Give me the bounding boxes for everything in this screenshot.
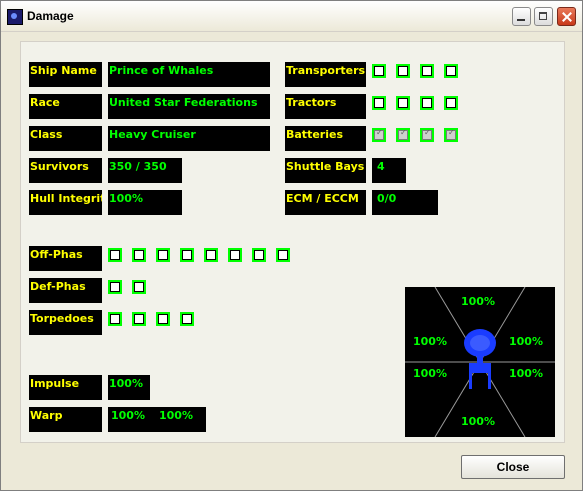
- transporter-checkbox-3[interactable]: [420, 64, 434, 78]
- shield-display: 100% 100% 100% 100% 100% 100%: [405, 287, 555, 437]
- tractor-checkbox-4[interactable]: [444, 96, 458, 110]
- hull-integrity-value: 100%: [108, 190, 182, 215]
- shield-bottom-value: 100%: [461, 415, 495, 428]
- def-phas-label: Def-Phas: [29, 278, 102, 303]
- shield-upper-left-value: 100%: [413, 335, 447, 348]
- tractor-checkbox-1[interactable]: [372, 96, 386, 110]
- off-phas-checkbox-6[interactable]: [228, 248, 242, 262]
- ecm-eccm-value: 0/0: [372, 190, 438, 215]
- impulse-value: 100%: [108, 375, 150, 400]
- off-phas-checkbox-2[interactable]: [132, 248, 146, 262]
- close-button[interactable]: Close: [461, 455, 565, 479]
- app-icon: [7, 9, 23, 25]
- shield-upper-right-value: 100%: [509, 335, 543, 348]
- off-phas-checkbox-1[interactable]: [108, 248, 122, 262]
- tractor-checkbox-3[interactable]: [420, 96, 434, 110]
- battery-checkbox-3[interactable]: [420, 128, 434, 142]
- class-label: Class: [29, 126, 102, 151]
- torpedo-checkbox-2[interactable]: [132, 312, 146, 326]
- off-phas-checkbox-5[interactable]: [204, 248, 218, 262]
- tractor-checkbox-2[interactable]: [396, 96, 410, 110]
- transporters-label: Transporters: [285, 62, 366, 87]
- warp-value-field: 100% 100%: [108, 407, 206, 432]
- transporter-checkbox-4[interactable]: [444, 64, 458, 78]
- ship-name-value: Prince of Whales: [108, 62, 270, 87]
- off-phas-checkbox-3[interactable]: [156, 248, 170, 262]
- battery-checkbox-2[interactable]: [396, 128, 410, 142]
- survivors-label: Survivors: [29, 158, 102, 183]
- torpedoes-label: Torpedoes: [29, 310, 102, 335]
- window-title: Damage: [27, 9, 74, 23]
- warp-right-value: 100%: [159, 409, 193, 422]
- damage-window: Damage Ship Name Prince of Whales Race U…: [0, 0, 583, 491]
- race-value: United Star Federations: [108, 94, 270, 119]
- def-phas-checkbox-2[interactable]: [132, 280, 146, 294]
- impulse-label: Impulse: [29, 375, 102, 400]
- tractors-label: Tractors: [285, 94, 366, 119]
- shield-top-value: 100%: [461, 295, 495, 308]
- maximize-button[interactable]: [534, 7, 553, 26]
- hull-integrity-label: Hull Integrity: [29, 190, 102, 215]
- off-phas-checkbox-8[interactable]: [276, 248, 290, 262]
- ecm-eccm-label: ECM / ECCM: [285, 190, 366, 215]
- shield-lower-right-value: 100%: [509, 367, 543, 380]
- transporter-checkbox-2[interactable]: [396, 64, 410, 78]
- torpedo-checkbox-4[interactable]: [180, 312, 194, 326]
- off-phas-checkbox-4[interactable]: [180, 248, 194, 262]
- off-phas-label: Off-Phas: [29, 246, 102, 271]
- shield-lower-left-value: 100%: [413, 367, 447, 380]
- batteries-label: Batteries: [285, 126, 366, 151]
- warp-label: Warp: [29, 407, 102, 432]
- torpedo-checkbox-1[interactable]: [108, 312, 122, 326]
- battery-checkbox-1[interactable]: [372, 128, 386, 142]
- class-value: Heavy Cruiser: [108, 126, 270, 151]
- warp-left-value: 100%: [111, 409, 145, 422]
- minimize-button[interactable]: [512, 7, 531, 26]
- title-bar[interactable]: Damage: [1, 1, 582, 32]
- close-window-button[interactable]: [557, 7, 576, 26]
- transporter-checkbox-1[interactable]: [372, 64, 386, 78]
- race-label: Race: [29, 94, 102, 119]
- torpedo-checkbox-3[interactable]: [156, 312, 170, 326]
- battery-checkbox-4[interactable]: [444, 128, 458, 142]
- off-phas-checkbox-7[interactable]: [252, 248, 266, 262]
- shuttle-bays-value: 4: [372, 158, 406, 183]
- survivors-value: 350 / 350: [108, 158, 182, 183]
- shuttle-bays-label: Shuttle Bays: [285, 158, 366, 183]
- def-phas-checkbox-1[interactable]: [108, 280, 122, 294]
- ship-name-label: Ship Name: [29, 62, 102, 87]
